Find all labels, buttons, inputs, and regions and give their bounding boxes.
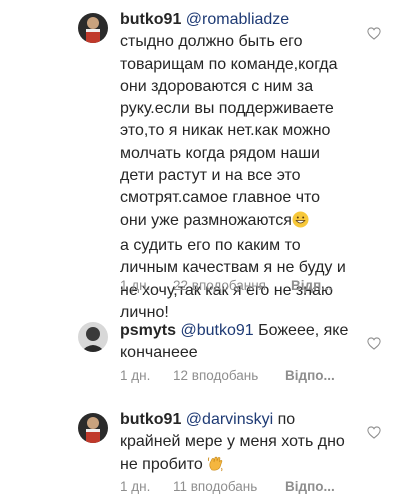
comment-line: не пробито xyxy=(120,455,203,473)
heart-outline-icon[interactable] xyxy=(367,426,381,439)
reply-button[interactable]: Відп... xyxy=(291,278,332,293)
comment-line: стыдно должно быть его xyxy=(120,33,303,51)
comment-line: а судить его по каким то xyxy=(120,236,301,254)
comment-item: psmyts @butko91 Божеее, яке кончанееe 1 … xyxy=(0,310,405,390)
comment-time: 1 дн. xyxy=(120,368,151,383)
comment-time: 1 дн. xyxy=(120,278,151,293)
comment-username[interactable]: butko91 xyxy=(120,411,181,428)
comment-line: кончанееe xyxy=(120,344,198,362)
comment-mention[interactable]: @darvinskyi xyxy=(186,411,273,428)
comment-text: psmyts @butko91 Божеее, яке кончанееe xyxy=(120,320,372,365)
comment-text: butko91 @romabliadze стыдно должно быть … xyxy=(120,9,372,324)
grinning-face-emoji xyxy=(292,211,309,235)
comment-likes[interactable]: 22 вподобання xyxy=(173,278,291,293)
comment-meta: 1 дн. 12 вподобань Відпо... xyxy=(120,368,335,383)
comment-mention[interactable]: @romabliadze xyxy=(186,11,289,28)
heart-outline-icon[interactable] xyxy=(367,27,381,40)
comment-meta: 1 дн. 22 вподобання Відп... xyxy=(120,278,332,293)
comment-line: они здороваются с ним за xyxy=(120,77,314,95)
avatar[interactable] xyxy=(78,322,108,352)
comment-time: 1 дн. xyxy=(120,479,151,494)
heart-outline-icon[interactable] xyxy=(367,337,381,350)
comment-item: butko91 @romabliadze стыдно должно быть … xyxy=(0,0,405,321)
waving-hand-emoji xyxy=(207,455,224,479)
comment-text: butko91 @darvinskyi по крайней мере у ме… xyxy=(120,409,372,479)
comment-item: butko91 @darvinskyi по крайней мере у ме… xyxy=(0,400,405,504)
comment-line: по xyxy=(277,411,296,428)
comment-mention[interactable]: @butko91 xyxy=(180,322,253,339)
comment-line: руку.если вы поддерживаете xyxy=(120,100,334,118)
comment-line: молчать когда рядом наши xyxy=(120,144,320,162)
reply-button[interactable]: Відпо... xyxy=(285,368,335,383)
comment-likes[interactable]: 12 вподобань xyxy=(173,368,285,383)
comment-line: это,то я никак нет.как можно xyxy=(120,122,331,140)
comment-line: дети растут и на все это xyxy=(120,167,301,185)
comment-line: личным качествам я не буду и xyxy=(120,259,346,277)
comment-line: Божеее, яке xyxy=(258,322,349,339)
comment-line: товарищам по команде,когда xyxy=(120,55,338,73)
reply-button[interactable]: Відпо... xyxy=(285,479,335,494)
comment-line: крайней мере у меня хоть дно xyxy=(120,433,345,451)
comment-username[interactable]: psmyts xyxy=(120,322,176,339)
comment-line: смотрят.самое главное что xyxy=(120,189,321,207)
avatar[interactable] xyxy=(78,413,108,443)
comment-line: они уже размножаются xyxy=(120,211,292,229)
comment-meta: 1 дн. 11 вподобань Відпо... xyxy=(120,479,335,494)
comment-likes[interactable]: 11 вподобань xyxy=(173,479,285,494)
comment-username[interactable]: butko91 xyxy=(120,11,181,28)
avatar[interactable] xyxy=(78,13,108,43)
